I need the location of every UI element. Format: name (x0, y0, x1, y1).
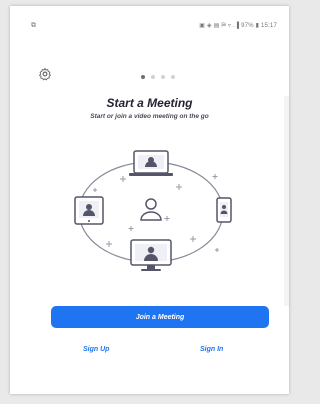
page-indicator (141, 75, 175, 79)
page-dot-1[interactable] (141, 75, 145, 79)
phone-icon (216, 197, 232, 223)
meeting-illustration (74, 150, 232, 271)
page-subtitle: Start or join a video meeting on the go (90, 113, 209, 120)
join-meeting-button[interactable]: Join a Meeting (51, 306, 269, 328)
user-icon (140, 198, 162, 221)
sign-in-link[interactable]: Sign In (200, 346, 223, 353)
status-indicators: ▣ ◈ ▤ ⛿ ▿ .▐ 97% ▮ 15:17 (199, 23, 277, 29)
laptop-icon (129, 150, 173, 176)
monitor-icon (130, 239, 172, 271)
page-dot-4[interactable] (171, 75, 175, 79)
page-title: Start a Meeting (106, 96, 193, 110)
sign-up-link[interactable]: Sign Up (83, 346, 109, 353)
next-page-peek (284, 96, 289, 306)
tablet-icon (74, 196, 104, 225)
status-notification-icon: ⧉ (31, 22, 36, 29)
status-bar: ⧉ ▣ ◈ ▤ ⛿ ▿ .▐ 97% ▮ 15:17 (10, 6, 289, 32)
page-dot-2[interactable] (151, 75, 155, 79)
page-dot-3[interactable] (161, 75, 165, 79)
app-screen: ⧉ ▣ ◈ ▤ ⛿ ▿ .▐ 97% ▮ 15:17 Start a Meeti… (10, 6, 289, 394)
settings-gear-icon[interactable] (38, 67, 52, 81)
